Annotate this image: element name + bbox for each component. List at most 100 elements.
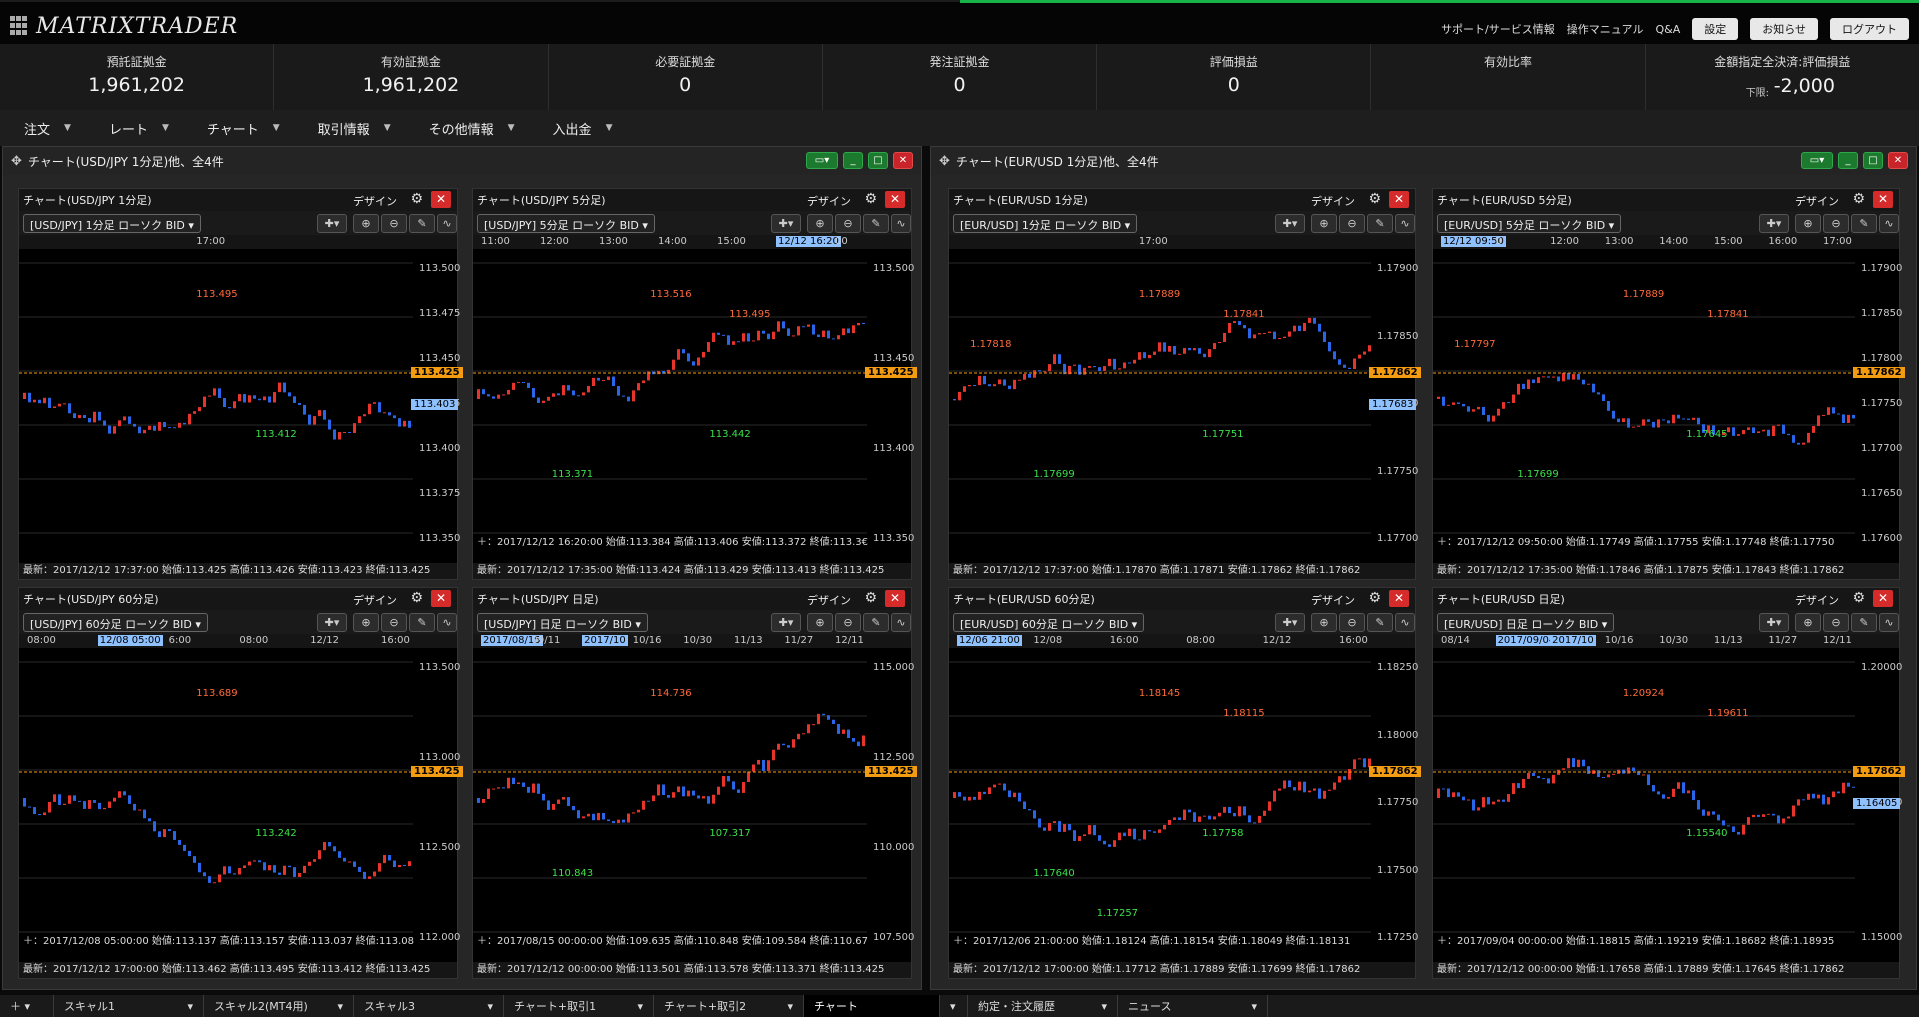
move-icon[interactable]: ✥ bbox=[939, 154, 950, 169]
add-tab-button[interactable]: ＋ ▾ bbox=[0, 995, 54, 1017]
gear-icon[interactable]: ⚙ bbox=[864, 590, 877, 606]
close-icon[interactable]: ✕ bbox=[1389, 191, 1409, 208]
panel-title-bar[interactable]: ✥ チャート(EUR/USD 1分足)他、全4件 bbox=[931, 147, 1916, 175]
tab-history[interactable]: 約定・注文履歴 ▾ bbox=[968, 995, 1118, 1017]
move-icon[interactable]: ✥ bbox=[11, 154, 22, 169]
add-indicator-icon[interactable]: ✚▾ bbox=[317, 613, 347, 632]
drawing-tool-icon[interactable]: ∿ bbox=[437, 214, 457, 233]
zoom-in-icon[interactable]: ⊕ bbox=[353, 613, 379, 632]
drawing-tool-icon[interactable]: ∿ bbox=[437, 613, 457, 632]
zoom-in-icon[interactable]: ⊕ bbox=[353, 214, 379, 233]
chart-plot-area[interactable]: 12/12 09:50 0 12:00 13:00 14:00 15:00 16:00 17:… bbox=[1433, 235, 1905, 579]
gear-icon[interactable]: ⚙ bbox=[410, 590, 423, 606]
tab-news[interactable]: ニュース ▾ bbox=[1118, 995, 1268, 1017]
add-indicator-icon[interactable]: ✚▾ bbox=[771, 613, 801, 632]
chart-plot-area[interactable]: 11:00 12:00 13:00 14:00 15:00 12/12 16:20 00 1… bbox=[473, 235, 917, 579]
drawing-tool-icon[interactable]: ∿ bbox=[1395, 214, 1415, 233]
tab-scalp3[interactable]: スキャル3 ▾ bbox=[354, 995, 504, 1017]
tab-scalp2[interactable]: スキャル2(MT4用) ▾ bbox=[204, 995, 354, 1017]
gear-icon[interactable]: ⚙ bbox=[1368, 191, 1381, 207]
design-button[interactable]: デザイン bbox=[1795, 193, 1839, 209]
close-icon[interactable]: ✕ bbox=[1888, 152, 1908, 169]
close-icon[interactable]: ✕ bbox=[1873, 590, 1893, 607]
manual-link[interactable]: 操作マニュアル bbox=[1567, 21, 1644, 37]
maximize-icon[interactable]: □ bbox=[868, 152, 888, 169]
menu-chart[interactable]: チャート ▼ bbox=[207, 119, 280, 138]
zoom-in-icon[interactable]: ⊕ bbox=[807, 613, 833, 632]
zoom-in-icon[interactable]: ⊕ bbox=[1311, 613, 1337, 632]
chart-type-select[interactable]: [USD/JPY] 1分足 ローソク BID ▾ bbox=[23, 214, 201, 233]
tab-more[interactable]: ▾ bbox=[940, 995, 968, 1017]
zoom-out-icon[interactable]: ⊖ bbox=[1823, 613, 1849, 632]
drawing-tool-icon[interactable]: ∿ bbox=[1879, 613, 1899, 632]
zoom-in-icon[interactable]: ⊕ bbox=[1795, 214, 1821, 233]
zoom-in-icon[interactable]: ⊕ bbox=[807, 214, 833, 233]
pen-icon[interactable]: ✎ bbox=[409, 214, 435, 233]
add-indicator-icon[interactable]: ✚▾ bbox=[1275, 613, 1305, 632]
add-indicator-icon[interactable]: ✚▾ bbox=[317, 214, 347, 233]
close-icon[interactable]: ✕ bbox=[893, 152, 913, 169]
pen-icon[interactable]: ✎ bbox=[1367, 214, 1393, 233]
zoom-in-icon[interactable]: ⊕ bbox=[1795, 613, 1821, 632]
zoom-out-icon[interactable]: ⊖ bbox=[381, 214, 407, 233]
layout-menu-icon[interactable]: ▭▾ bbox=[1801, 152, 1833, 169]
chart-type-select[interactable]: [EUR/USD] 1分足 ローソク BID ▾ bbox=[953, 214, 1138, 233]
pen-icon[interactable]: ✎ bbox=[863, 613, 889, 632]
close-icon[interactable]: ✕ bbox=[885, 191, 905, 208]
layout-menu-icon[interactable]: ▭▾ bbox=[806, 152, 838, 169]
zoom-out-icon[interactable]: ⊖ bbox=[1823, 214, 1849, 233]
menu-trade-info[interactable]: 取引情報 ▼ bbox=[318, 119, 391, 138]
design-button[interactable]: デザイン bbox=[353, 193, 397, 209]
drawing-tool-icon[interactable]: ∿ bbox=[891, 613, 911, 632]
design-button[interactable]: デザイン bbox=[807, 193, 851, 209]
zoom-out-icon[interactable]: ⊖ bbox=[835, 214, 861, 233]
chart-plot-area[interactable]: 17:00 113.500 113.475 113.450 113.425 113.40… bbox=[19, 235, 463, 579]
tab-chart[interactable]: チャート bbox=[804, 995, 940, 1017]
gear-icon[interactable]: ⚙ bbox=[1852, 590, 1865, 606]
chart-type-select[interactable]: [EUR/USD] 5分足 ローソク BID ▾ bbox=[1437, 214, 1622, 233]
chart-type-select[interactable]: [EUR/USD] 日足 ローソク BID ▾ bbox=[1437, 613, 1615, 632]
gear-icon[interactable]: ⚙ bbox=[1368, 590, 1381, 606]
tab-chart-trade1[interactable]: チャート+取引1 ▾ bbox=[504, 995, 654, 1017]
pen-icon[interactable]: ✎ bbox=[863, 214, 889, 233]
menu-order[interactable]: 注文 ▼ bbox=[24, 119, 71, 138]
maximize-icon[interactable]: □ bbox=[1863, 152, 1883, 169]
support-link[interactable]: サポート/サービス情報 bbox=[1441, 21, 1555, 37]
close-icon[interactable]: ✕ bbox=[431, 191, 451, 208]
qa-link[interactable]: Q&A bbox=[1655, 23, 1680, 36]
drawing-tool-icon[interactable]: ∿ bbox=[1395, 613, 1415, 632]
chart-plot-area[interactable]: 08/14 2017/09/04 2017/10 10/16 10/30 11/13 11/… bbox=[1433, 634, 1905, 978]
drawing-tool-icon[interactable]: ∿ bbox=[891, 214, 911, 233]
close-icon[interactable]: ✕ bbox=[1873, 191, 1893, 208]
zoom-in-icon[interactable]: ⊕ bbox=[1311, 214, 1337, 233]
close-icon[interactable]: ✕ bbox=[885, 590, 905, 607]
add-indicator-icon[interactable]: ✚▾ bbox=[1759, 214, 1789, 233]
gear-icon[interactable]: ⚙ bbox=[410, 191, 423, 207]
chart-type-select[interactable]: [USD/JPY] 60分足 ローソク BID ▾ bbox=[23, 613, 208, 632]
logout-button[interactable]: ログアウト bbox=[1830, 18, 1909, 40]
zoom-out-icon[interactable]: ⊖ bbox=[1339, 214, 1365, 233]
zoom-out-icon[interactable]: ⊖ bbox=[835, 613, 861, 632]
chart-plot-area[interactable]: 2017/08/15 09/11 2017/10 10/16 10/30 11/13 11/… bbox=[473, 634, 917, 978]
chart-plot-area[interactable]: 08:00 12/08 05:00 6:00 08:00 12/12 16:00 113.… bbox=[19, 634, 463, 978]
drawing-tool-icon[interactable]: ∿ bbox=[1879, 214, 1899, 233]
design-button[interactable]: デザイン bbox=[1311, 592, 1355, 608]
tab-scalp1[interactable]: スキャル1 ▾ bbox=[54, 995, 204, 1017]
gear-icon[interactable]: ⚙ bbox=[864, 191, 877, 207]
chart-plot-area[interactable]: 12/06 21:00 12/08 16:00 08:00 12/12 16:00 1.1… bbox=[949, 634, 1421, 978]
gear-icon[interactable]: ⚙ bbox=[1852, 191, 1865, 207]
design-button[interactable]: デザイン bbox=[1795, 592, 1839, 608]
add-indicator-icon[interactable]: ✚▾ bbox=[1759, 613, 1789, 632]
chart-type-select[interactable]: [EUR/USD] 60分足 ローソク BID ▾ bbox=[953, 613, 1145, 632]
chart-type-select[interactable]: [USD/JPY] 5分足 ローソク BID ▾ bbox=[477, 214, 655, 233]
design-button[interactable]: デザイン bbox=[1311, 193, 1355, 209]
pen-icon[interactable]: ✎ bbox=[409, 613, 435, 632]
menu-other-info[interactable]: その他情報 ▼ bbox=[429, 119, 515, 138]
add-indicator-icon[interactable]: ✚▾ bbox=[1275, 214, 1305, 233]
pen-icon[interactable]: ✎ bbox=[1851, 613, 1877, 632]
minimize-icon[interactable]: _ bbox=[1838, 152, 1858, 169]
chart-type-select[interactable]: [USD/JPY] 日足 ローソク BID ▾ bbox=[477, 613, 648, 632]
close-icon[interactable]: ✕ bbox=[1389, 590, 1409, 607]
menu-deposit[interactable]: 入出金 ▼ bbox=[553, 119, 613, 138]
menu-rate[interactable]: レート ▼ bbox=[109, 119, 169, 138]
